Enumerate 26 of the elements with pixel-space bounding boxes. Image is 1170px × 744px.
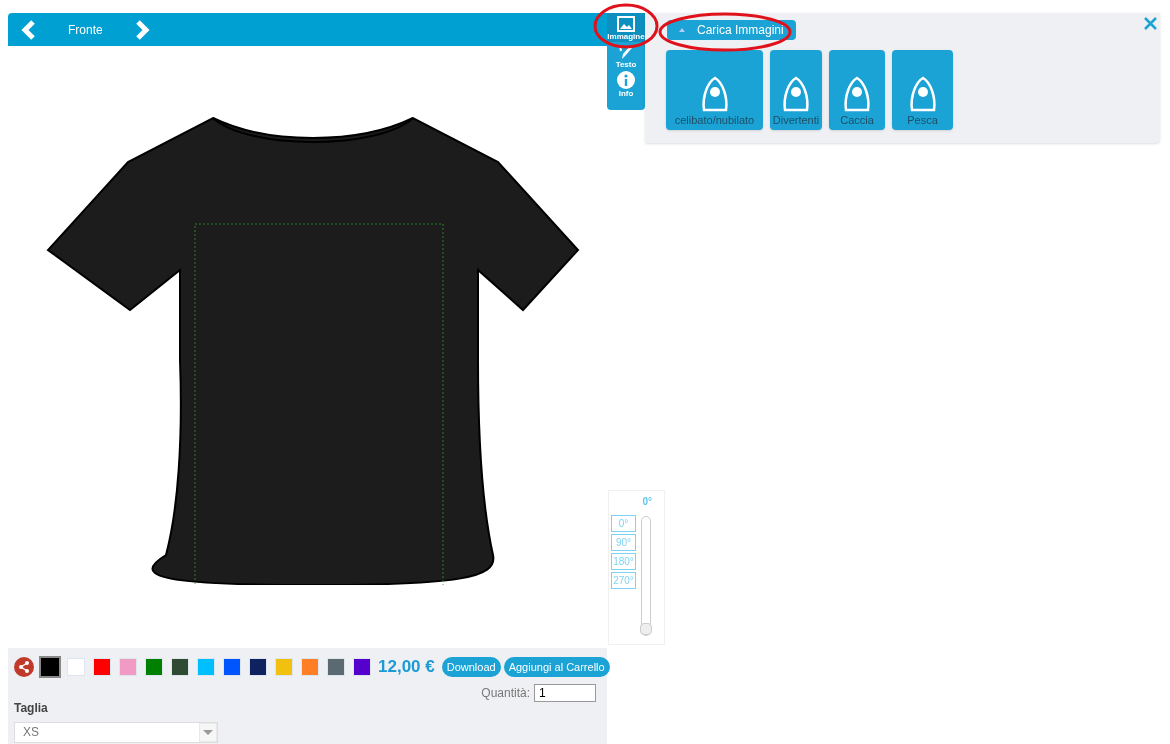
- rotation-preset[interactable]: 180°: [611, 553, 636, 570]
- size-value: XS: [22, 724, 39, 741]
- rotation-preset[interactable]: 270°: [611, 572, 636, 589]
- action-button[interactable]: Download: [441, 656, 501, 677]
- rotation-preset[interactable]: 90°: [611, 534, 636, 551]
- tool-tab[interactable]: Info: [607, 69, 645, 98]
- rotation-reading: 0°: [642, 495, 652, 509]
- category-label: Pesca: [907, 114, 938, 126]
- size-label: Taglia: [14, 699, 49, 717]
- category-tile[interactable]: Divertenti: [770, 50, 822, 130]
- category-tile[interactable]: Pesca: [892, 50, 953, 130]
- category-label: Divertenti: [772, 114, 820, 126]
- view-label: Fronte: [68, 21, 103, 39]
- quantity-field[interactable]: 1: [534, 683, 596, 702]
- category-tile[interactable]: Caccia: [829, 50, 885, 130]
- quantity-label: Quantità:: [481, 684, 530, 702]
- category-label: Caccia: [840, 114, 874, 126]
- size-dropdown[interactable]: XS: [14, 721, 218, 743]
- price: 12,00 €: [378, 656, 435, 678]
- upload-button[interactable]: Carica Immagini: [667, 20, 796, 40]
- tool-tab[interactable]: Immagine: [607, 13, 645, 42]
- tool-tab[interactable]: Testo: [607, 42, 645, 69]
- rotation-preset[interactable]: 0°: [611, 515, 636, 532]
- action-button[interactable]: Aggiungi al Carrello: [503, 656, 610, 677]
- category-label: celibato/nubilato: [674, 114, 755, 126]
- category-tile[interactable]: celibato/nubilato: [666, 50, 763, 130]
